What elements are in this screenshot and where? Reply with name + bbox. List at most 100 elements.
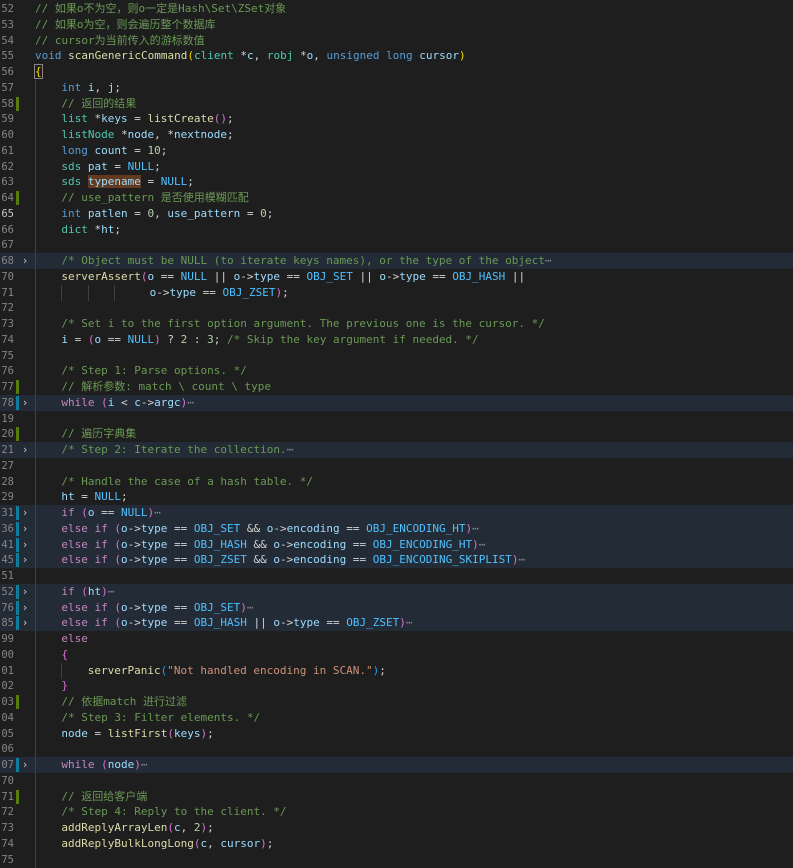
fold-chevron-icon[interactable]: ›: [19, 505, 31, 521]
code-text[interactable]: /* Object must be NULL (to iterate keys …: [61, 253, 551, 269]
code-line[interactable]: 28 /* Handle the case of a hash table. */: [0, 473, 793, 490]
code-text[interactable]: /* Step 2: Iterate the collection.⋯: [61, 442, 293, 458]
code-line[interactable]: 61 long count = 10;: [0, 142, 793, 159]
code-line[interactable]: 71 // 返回给客户端: [0, 788, 793, 805]
code-text[interactable]: // 如果o不为空，则o一定是Hash\Set\ZSet对象: [35, 1, 286, 17]
fold-chevron-icon[interactable]: ›: [19, 584, 31, 600]
folded-code-line[interactable]: 21 › /* Step 2: Iterate the collection.⋯: [0, 442, 793, 458]
code-text[interactable]: // 解析参数: match \ count \ type: [61, 379, 271, 395]
code-line[interactable]: 72: [0, 300, 793, 317]
code-line[interactable]: 01 serverPanic("Not handled encoding in S…: [0, 662, 793, 679]
fold-chevron-icon[interactable]: ›: [19, 395, 31, 411]
code-line[interactable]: 63 sds typename = NULL;: [0, 174, 793, 191]
code-text[interactable]: else if (o->type == OBJ_SET)⋯: [61, 600, 253, 616]
folded-code-line[interactable]: 36 › else if (o->type == OBJ_SET && o->enc…: [0, 520, 793, 537]
code-line[interactable]: 76 /* Step 1: Parse options. */: [0, 363, 793, 380]
folded-code-line[interactable]: 85 › else if (o->type == OBJ_HASH || o->ty…: [0, 615, 793, 632]
code-line[interactable]: 64 // use_pattern 是否使用模糊匹配: [0, 190, 793, 206]
folded-code-line[interactable]: 31 › if (o == NULL)⋯: [0, 505, 793, 521]
code-text[interactable]: // 遍历字典集: [61, 426, 136, 442]
fold-ellipsis[interactable]: ⋯: [247, 601, 254, 614]
fold-chevron-icon[interactable]: ›: [19, 521, 31, 537]
code-line[interactable]: 04 /* Step 3: Filter elements. */: [0, 709, 793, 726]
code-line[interactable]: 58 // 返回的结果: [0, 95, 793, 112]
code-line[interactable]: 62 sds pat = NULL;: [0, 158, 793, 175]
code-text[interactable]: serverPanic("Not handled encoding in SCA…: [88, 663, 386, 679]
code-line[interactable]: 65 int patlen = 0, use_pattern = 0;: [0, 205, 793, 222]
code-text[interactable]: /* Step 4: Reply to the client. */: [61, 804, 286, 820]
code-text[interactable]: ht = NULL;: [61, 489, 127, 505]
code-line[interactable]: 73 /* Set i to the first option argument.…: [0, 316, 793, 332]
code-line[interactable]: 60 listNode *node, *nextnode;: [0, 127, 793, 143]
code-text[interactable]: while (i < c->argc)⋯: [61, 395, 194, 411]
code-line[interactable]: 27: [0, 457, 793, 474]
code-text[interactable]: // cursor为当前传入的游标数值: [35, 33, 205, 49]
code-text[interactable]: node = listFirst(keys);: [61, 726, 213, 742]
fold-ellipsis[interactable]: ⋯: [141, 758, 148, 771]
code-text[interactable]: long count = 10;: [61, 143, 167, 159]
code-text[interactable]: listNode *node, *nextnode;: [61, 127, 233, 143]
code-line[interactable]: 75: [0, 347, 793, 364]
code-text[interactable]: serverAssert(o == NULL || o->type == OBJ…: [61, 269, 525, 285]
code-line[interactable]: 66 dict *ht;: [0, 221, 793, 238]
code-line[interactable]: 20 // 遍历字典集: [0, 426, 793, 443]
code-text[interactable]: {: [61, 647, 68, 663]
code-line[interactable]: 57 int i, j;: [0, 79, 793, 96]
fold-ellipsis[interactable]: ⋯: [154, 506, 161, 519]
fold-ellipsis[interactable]: ⋯: [406, 616, 413, 629]
code-line[interactable]: 53 // 如果o为空，则会遍历整个数据库: [0, 17, 793, 33]
code-text[interactable]: dict *ht;: [61, 222, 121, 238]
code-text[interactable]: sds typename = NULL;: [61, 174, 194, 190]
code-text[interactable]: /* Handle the case of a hash table. */: [61, 474, 313, 490]
code-text[interactable]: // 依据match 进行过滤: [61, 694, 187, 710]
fold-ellipsis[interactable]: ⋯: [472, 522, 479, 535]
code-text[interactable]: }: [61, 678, 68, 694]
code-line[interactable]: 70 serverAssert(o == NULL || o->type == O…: [0, 268, 793, 285]
folded-code-line[interactable]: 52 › if (ht)⋯: [0, 583, 793, 600]
folded-code-line[interactable]: 76 › else if (o->type == OBJ_SET)⋯: [0, 599, 793, 616]
code-line[interactable]: 75: [0, 851, 793, 868]
code-text[interactable]: // 返回给客户端: [61, 789, 147, 805]
code-line[interactable]: 74 addReplyBulkLongLong(c, cursor);: [0, 835, 793, 852]
code-text[interactable]: else if (o->type == OBJ_SET && o->encodi…: [61, 521, 478, 537]
fold-chevron-icon[interactable]: ›: [19, 615, 31, 631]
code-line[interactable]: 54 // cursor为当前传入的游标数值: [0, 33, 793, 49]
code-text[interactable]: // 返回的结果: [61, 96, 136, 112]
code-line[interactable]: 03 // 依据match 进行过滤: [0, 694, 793, 710]
code-text[interactable]: addReplyBulkLongLong(c, cursor);: [61, 836, 273, 852]
code-text[interactable]: sds pat = NULL;: [61, 159, 160, 175]
code-line[interactable]: 72 /* Step 4: Reply to the client. */: [0, 804, 793, 821]
code-line[interactable]: 99 else: [0, 631, 793, 647]
code-text[interactable]: else if (o->type == OBJ_HASH || o->type …: [61, 615, 412, 631]
code-text[interactable]: // use_pattern 是否使用模糊匹配: [61, 190, 248, 206]
fold-ellipsis[interactable]: ⋯: [518, 553, 525, 566]
fold-ellipsis[interactable]: ⋯: [287, 443, 294, 456]
fold-chevron-icon[interactable]: ›: [19, 537, 31, 553]
folded-code-line[interactable]: 78 › while (i < c->argc)⋯: [0, 394, 793, 411]
folded-code-line[interactable]: 41 › else if (o->type == OBJ_HASH && o->en…: [0, 536, 793, 553]
code-text[interactable]: /* Step 1: Parse options. */: [61, 363, 246, 379]
code-text[interactable]: void scanGenericCommand(client *c, robj …: [35, 48, 466, 64]
code-text[interactable]: while (node)⋯: [61, 757, 147, 773]
code-line[interactable]: 73 addReplyArrayLen(c, 2);: [0, 820, 793, 836]
code-line[interactable]: 70: [0, 772, 793, 789]
code-line[interactable]: 00 {: [0, 646, 793, 663]
code-line[interactable]: 77 // 解析参数: match \ count \ type: [0, 379, 793, 395]
code-text[interactable]: if (ht)⋯: [61, 584, 114, 600]
fold-ellipsis[interactable]: ⋯: [187, 396, 194, 409]
code-text[interactable]: else if (o->type == OBJ_ZSET && o->encod…: [61, 552, 525, 568]
code-line[interactable]: 05 node = listFirst(keys);: [0, 725, 793, 742]
code-line[interactable]: 67: [0, 237, 793, 254]
code-text[interactable]: i = (o == NULL) ? 2 : 3; /* Skip the key…: [61, 332, 478, 348]
code-text[interactable]: addReplyArrayLen(c, 2);: [61, 820, 213, 836]
code-text[interactable]: {: [34, 64, 43, 80]
fold-ellipsis[interactable]: ⋯: [108, 585, 115, 598]
code-text[interactable]: int i, j;: [61, 80, 121, 96]
folded-code-line[interactable]: 07 › while (node)⋯: [0, 757, 793, 773]
code-text[interactable]: if (o == NULL)⋯: [61, 505, 160, 521]
code-text[interactable]: list *keys = listCreate();: [61, 111, 233, 127]
fold-chevron-icon[interactable]: ›: [19, 757, 31, 773]
code-line[interactable]: 19: [0, 410, 793, 427]
code-line[interactable]: 29 ht = NULL;: [0, 489, 793, 506]
code-line[interactable]: 71 o->type == OBJ_ZSET);: [0, 284, 793, 301]
